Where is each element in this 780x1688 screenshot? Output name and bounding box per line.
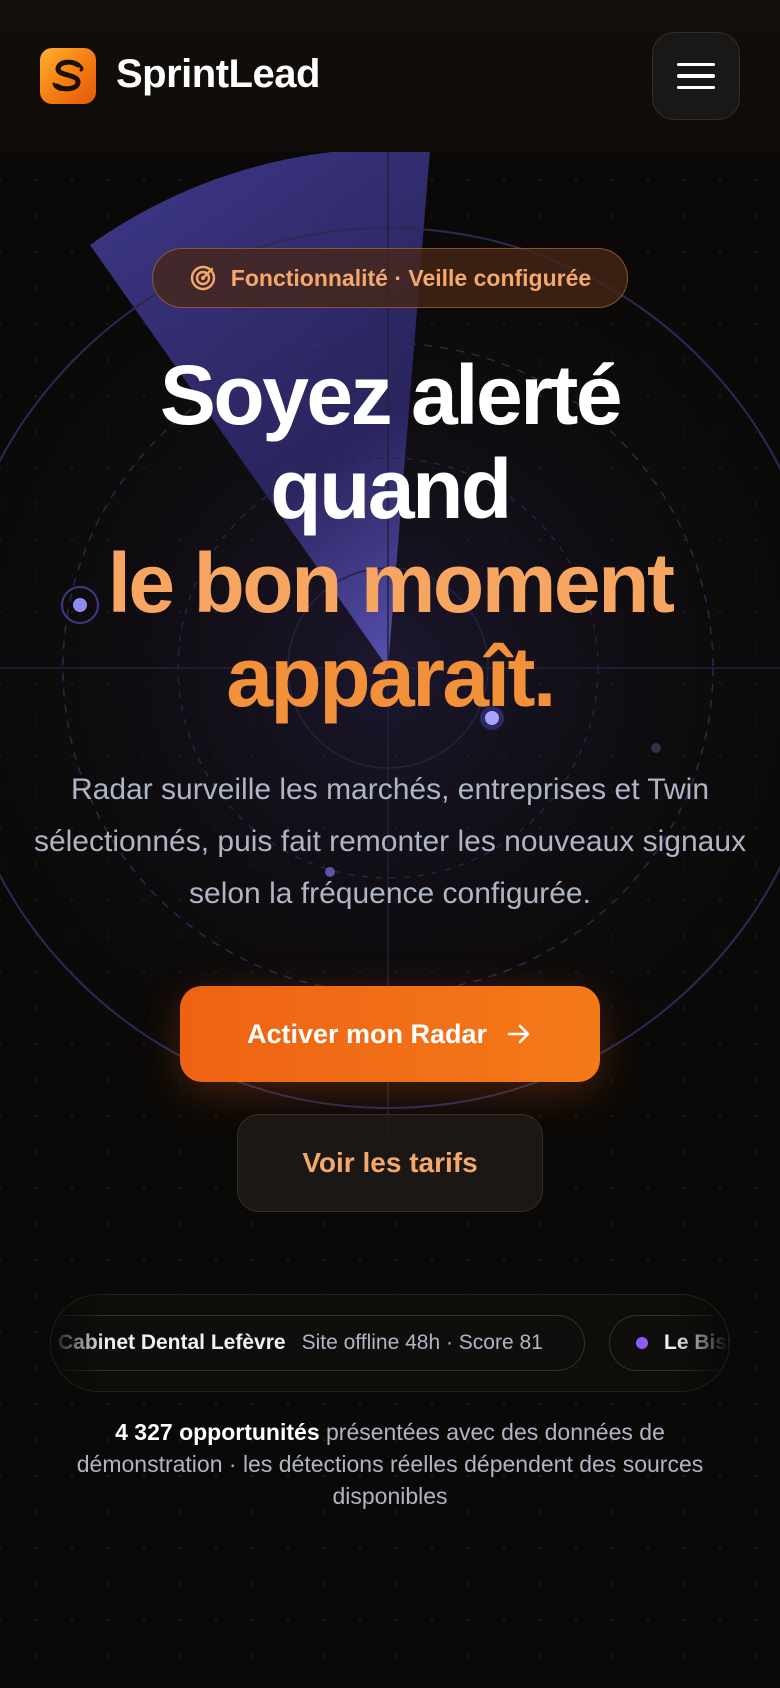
ticker-chip[interactable]: Le Bistrot [609,1315,729,1371]
headline-line-2: quand [270,442,512,536]
arrow-right-icon [507,1024,530,1044]
brand-name[interactable]: SprintLead [116,52,320,97]
activate-radar-button[interactable]: Activer mon Radar [180,986,600,1082]
ticker-chip-name: Le Bistrot [664,1331,729,1354]
sprintlead-logo-icon[interactable] [40,48,96,104]
opportunity-ticker: Cabinet Dental Lefèvre Site offline 48h … [50,1294,730,1392]
radar-target-icon [190,265,215,291]
hero-subtitle: Radar surveille les marchés, entreprises… [33,773,747,910]
headline-line-4: apparaît. [226,630,556,724]
view-pricing-label: Voir les tarifs [302,1147,478,1178]
hero-headline: Soyez alerté quand le bon moment apparaî… [0,348,780,724]
top-navigation-bar: SprintLead [0,0,780,152]
feature-badge-label: Fonctionnalité · Veille configurée [230,264,592,291]
view-pricing-button[interactable]: Voir les tarifs [237,1114,543,1212]
hamburger-menu-icon [677,62,715,67]
headline-line-1: Soyez alerté [159,348,623,442]
ticker-chip-meta: Site offline 48h · Score 81 [301,1331,543,1354]
headline-line-3: le bon moment [107,536,675,630]
ticker-chip-name: Cabinet Dental Lefèvre [58,1331,286,1354]
feature-badge: Fonctionnalité · Veille configurée [152,248,628,308]
ticker-chip[interactable]: Cabinet Dental Lefèvre Site offline 48h … [51,1315,585,1371]
demo-stats-text: 4 327 opportunités présentées avec des d… [40,1416,740,1512]
hamburger-menu-button[interactable] [652,32,740,120]
status-dot-icon [636,1337,648,1349]
opportunity-count: 4 327 opportunités [115,1419,320,1445]
activate-radar-label: Activer mon Radar [246,1018,488,1049]
